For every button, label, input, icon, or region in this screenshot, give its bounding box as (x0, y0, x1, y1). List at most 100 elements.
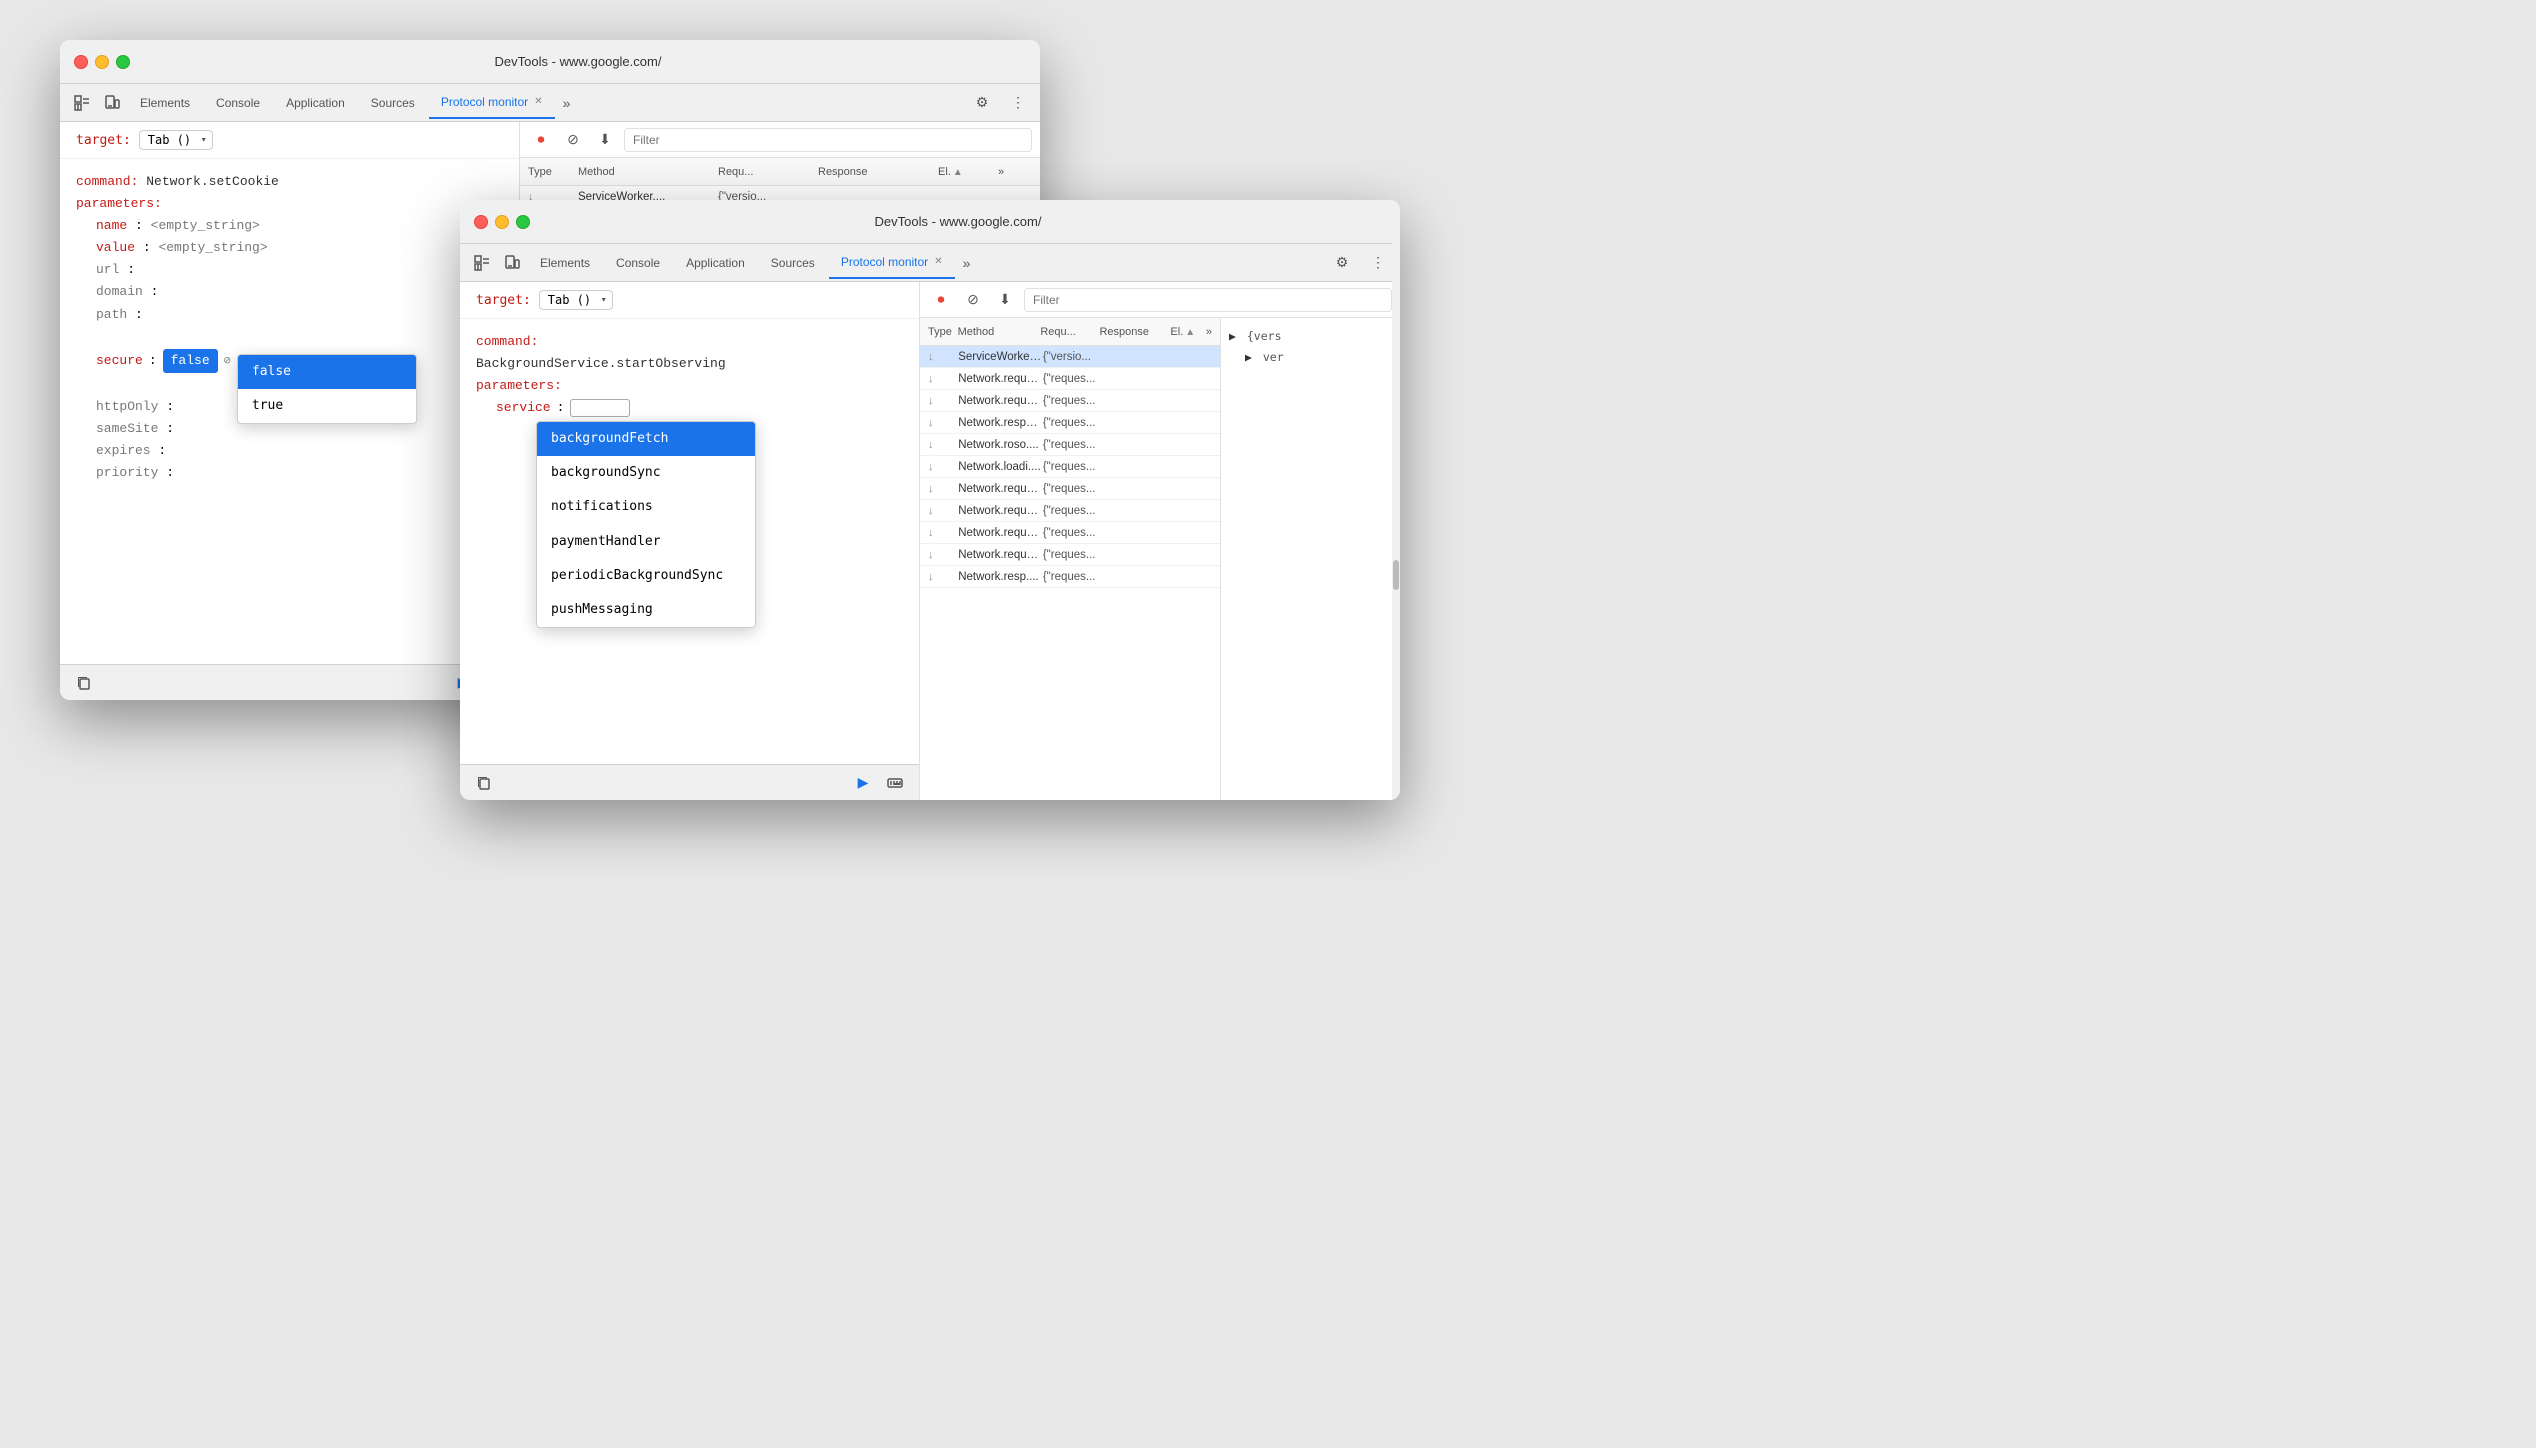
bottom-bar-1: ▶ (60, 664, 519, 700)
tab-application-1[interactable]: Application (274, 87, 357, 119)
tab-protocol-monitor-1[interactable]: Protocol monitor ✕ (429, 87, 555, 119)
filter-input-2[interactable] (1024, 288, 1392, 312)
clear-icon-2[interactable]: ⊘ (960, 287, 986, 313)
tab-close-1[interactable]: ✕ (534, 96, 542, 107)
devtools-icons-2: ⚙ ⋮ (1328, 249, 1392, 277)
col-more-1[interactable]: » (998, 166, 1032, 178)
col-method-2: Method (958, 326, 1041, 338)
window-title-1: DevTools - www.google.com/ (130, 54, 1026, 69)
more-icon-2[interactable]: ⋮ (1364, 249, 1392, 277)
col-el-2: El.▲ (1170, 326, 1205, 338)
minimize-button-2[interactable] (495, 215, 509, 229)
service-option-backgroundSync[interactable]: backgroundSync (537, 456, 755, 490)
target-select-2[interactable]: Tab () (539, 290, 613, 310)
col-el-1: El.▲ (938, 166, 998, 178)
scrollbar-thumb[interactable] (1393, 560, 1399, 590)
maximize-button-2[interactable] (516, 215, 530, 229)
code-command-value-2: BackgroundService.startObserving (476, 353, 903, 375)
send-icon-2[interactable]: ▶ (851, 771, 875, 795)
pm-panel-2: Type Method Requ... Response El.▲ » ↓ Se… (920, 318, 1220, 800)
code-command-line-2: command: (476, 331, 903, 353)
tab-sources-2[interactable]: Sources (759, 247, 827, 279)
traffic-lights-1 (74, 55, 130, 69)
table-row[interactable]: ↓ Network.resp.... {"reques... (920, 566, 1220, 588)
tab-protocol-monitor-2[interactable]: Protocol monitor ✕ (829, 247, 955, 279)
titlebar-2: DevTools - www.google.com/ (460, 200, 1400, 244)
download-icon-2[interactable]: ⬇ (992, 287, 1018, 313)
bottom-bar-2: ▶ (460, 764, 919, 800)
traffic-lights-2 (474, 215, 530, 229)
settings-icon-1[interactable]: ⚙ (968, 89, 996, 117)
table-row[interactable]: ↓ Network.reque.... {"reques... (920, 368, 1220, 390)
table-row[interactable]: ↓ Network.reque.... {"reques... (920, 500, 1220, 522)
tab-elements-1[interactable]: Elements (128, 87, 202, 119)
close-button-1[interactable] (74, 55, 88, 69)
table-row[interactable]: ↓ Network.reque.... {"reques... (920, 478, 1220, 500)
minimize-button-1[interactable] (95, 55, 109, 69)
table-row[interactable]: ↓ Network.reque.... {"reques... (920, 544, 1220, 566)
code-url-line: url : (76, 259, 503, 281)
secure-value[interactable]: false (163, 349, 218, 373)
stop-icon-2[interactable]: ⏺ (928, 287, 954, 313)
copy-icon-2[interactable] (472, 771, 496, 795)
service-option-paymentHandler[interactable]: paymentHandler (537, 525, 755, 559)
col-method-1: Method (578, 166, 718, 178)
target-select-wrapper-1: Tab () (139, 130, 213, 150)
devtools-tabs-2: Elements Console Application Sources Pro… (460, 244, 1400, 282)
service-option-notifications[interactable]: notifications (537, 490, 755, 524)
more-icon-1[interactable]: ⋮ (1004, 89, 1032, 117)
table-row[interactable]: ↓ ServiceWorker.... {"versio... (920, 346, 1220, 368)
col-requ-2: Requ... (1040, 326, 1099, 338)
target-label-1: target: (76, 133, 131, 148)
service-dropdown: backgroundFetch backgroundSync notificat… (536, 421, 756, 628)
dropdown-true[interactable]: true (238, 389, 416, 423)
table-row[interactable]: ↓ Network.reque.... {"reques... (920, 522, 1220, 544)
device-icon-1[interactable] (98, 89, 126, 117)
code-domain-line: domain : (76, 281, 503, 303)
tab-console-2[interactable]: Console (604, 247, 672, 279)
clear-icon[interactable]: ⊘ (224, 351, 231, 371)
more-tabs-1[interactable]: » (557, 87, 577, 119)
filter-input-1[interactable] (624, 128, 1032, 152)
right-split-2: Type Method Requ... Response El.▲ » ↓ Se… (920, 318, 1400, 800)
tab-close-2[interactable]: ✕ (934, 256, 942, 267)
tab-sources-1[interactable]: Sources (359, 87, 427, 119)
titlebar-1: DevTools - www.google.com/ (60, 40, 1040, 84)
inspect-icon-2[interactable] (468, 249, 496, 277)
target-select-1[interactable]: Tab () (139, 130, 213, 150)
clear-icon-1[interactable]: ⊘ (560, 127, 586, 153)
table-row[interactable]: ↓ Network.roso.... {"reques... (920, 434, 1220, 456)
tab-application-2[interactable]: Application (674, 247, 757, 279)
table-row[interactable]: ↓ Network.respo.... {"reques... (920, 412, 1220, 434)
service-option-pushMessaging[interactable]: pushMessaging (537, 593, 755, 627)
more-tabs-2[interactable]: » (957, 247, 977, 279)
code-value-line: value : <empty_string> (76, 237, 503, 259)
col-more-2[interactable]: » (1206, 326, 1212, 338)
code-panel-1: command: Network.setCookie parameters: n… (60, 159, 519, 664)
code-priority-line: priority : (76, 462, 503, 484)
dropdown-false[interactable]: false (238, 355, 416, 389)
detail-line-1[interactable]: ▶ {vers (1229, 326, 1392, 347)
window-content-2: target: Tab () command: BackgroundServic… (460, 282, 1400, 800)
code-name-line: name : <empty_string> (76, 215, 503, 237)
table-header-1: Type Method Requ... Response El.▲ » (520, 158, 1040, 186)
service-option-periodicBackgroundSync[interactable]: periodicBackgroundSync (537, 559, 755, 593)
keyboard-icon-2[interactable] (883, 771, 907, 795)
close-button-2[interactable] (474, 215, 488, 229)
copy-icon-1[interactable] (72, 671, 96, 695)
toolbar-1: ⏺ ⊘ ⬇ (520, 122, 1040, 158)
settings-icon-2[interactable]: ⚙ (1328, 249, 1356, 277)
table-row[interactable]: ↓ Network.loadi.... {"reques... (920, 456, 1220, 478)
service-option-backgroundFetch[interactable]: backgroundFetch (537, 422, 755, 456)
detail-line-2: ▶ ver (1229, 347, 1392, 368)
stop-icon-1[interactable]: ⏺ (528, 127, 554, 153)
tab-elements-2[interactable]: Elements (528, 247, 602, 279)
maximize-button-1[interactable] (116, 55, 130, 69)
device-icon-2[interactable] (498, 249, 526, 277)
service-input[interactable] (570, 399, 630, 417)
code-command-line: command: Network.setCookie (76, 171, 503, 193)
tab-console-1[interactable]: Console (204, 87, 272, 119)
inspect-icon-1[interactable] (68, 89, 96, 117)
download-icon-1[interactable]: ⬇ (592, 127, 618, 153)
table-row[interactable]: ↓ Network.reque.... {"reques... (920, 390, 1220, 412)
